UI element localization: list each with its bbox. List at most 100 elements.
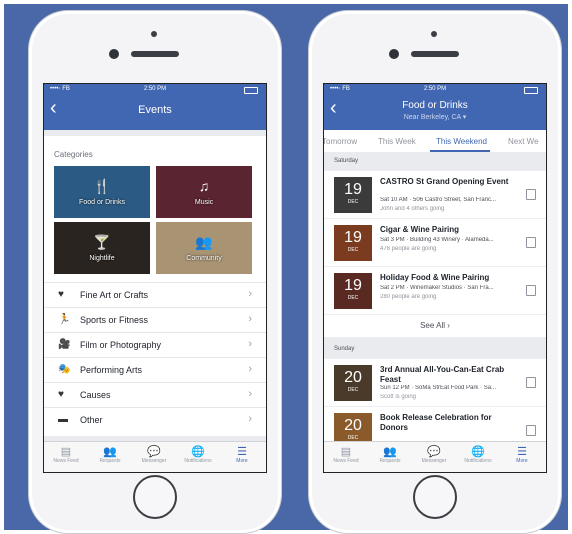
- category-tile-music[interactable]: ♫ Music: [156, 166, 252, 218]
- music-note-icon: ♫: [198, 178, 210, 194]
- laptop-icon: ▬: [58, 414, 68, 425]
- event-detail: Sat 3 PM · Building 43 Winery · Alameda.…: [380, 237, 494, 243]
- phone-sensor: [151, 31, 157, 37]
- tab-tomorrow[interactable]: Tomorrow: [324, 137, 357, 146]
- heart-icon: ♥: [58, 289, 64, 300]
- tab-requests[interactable]: 👥 Requests: [88, 445, 132, 464]
- cocktail-icon: 🍸: [93, 234, 111, 250]
- categories-card: Categories 🍴 Food or Drinks ♫ Music 🍸 Ni…: [44, 136, 266, 436]
- friends-icon: 👥: [103, 446, 117, 458]
- event-detail: Sat 10 AM · 506 Castro Street, San Franc…: [380, 197, 497, 203]
- home-button[interactable]: [133, 475, 177, 519]
- tab-more[interactable]: ☰ More: [500, 445, 544, 464]
- category-row-film[interactable]: 🎥 Film or Photography ›: [44, 332, 266, 358]
- category-row-performing-arts[interactable]: 🎭 Performing Arts ›: [44, 357, 266, 383]
- event-month: DEC: [347, 247, 359, 253]
- tab-this-week[interactable]: This Week: [378, 137, 416, 146]
- tab-messenger[interactable]: 💬 Messenger: [132, 445, 176, 464]
- event-going: 280 people are going: [380, 294, 437, 300]
- nav-bar: ••••◦ FB 2:50 PM ‹ Food or Drinks Near B…: [324, 84, 546, 130]
- status-bar: ••••◦ FB 2:50 PM: [44, 86, 266, 96]
- battery-icon: [524, 87, 538, 94]
- fork-knife-icon: 🍴: [93, 178, 111, 194]
- event-item[interactable]: 20 DEC Book Release Celebration for Donor…: [324, 406, 546, 442]
- tab-notifications[interactable]: 🌐 Notifications: [456, 445, 500, 464]
- messenger-icon: 💬: [147, 446, 161, 458]
- phone-right: ••••◦ FB 2:50 PM ‹ Food or Drinks Near B…: [308, 10, 562, 534]
- event-going: Scott is going: [380, 394, 417, 400]
- category-row-causes[interactable]: ♥ Causes ›: [44, 382, 266, 408]
- chevron-right-icon: ›: [248, 388, 252, 400]
- category-tile-food[interactable]: 🍴 Food or Drinks: [54, 166, 150, 218]
- event-item[interactable]: 19 DEC Holiday Food & Wine Pairing Sat 2 …: [324, 266, 546, 315]
- tab-label: News Feed: [53, 458, 79, 464]
- events-screen: ••••◦ FB 2:50 PM ‹ Events Categories 🍴 F…: [43, 83, 267, 473]
- event-item[interactable]: 19 DEC Cigar & Wine Pairing Sat 3 PM · Bu…: [324, 218, 546, 267]
- phone-camera: [389, 49, 399, 59]
- event-date-thumb: 20 DEC: [334, 365, 372, 401]
- chevron-right-icon: ›: [248, 288, 252, 300]
- tile-label: Community: [186, 255, 222, 262]
- page-title: Food or Drinks: [402, 100, 468, 111]
- event-month: DEC: [347, 295, 359, 301]
- tab-label: More: [516, 458, 528, 464]
- tab-label: Messenger: [421, 458, 447, 464]
- events-content: Categories 🍴 Food or Drinks ♫ Music 🍸 Ni…: [44, 130, 266, 442]
- theater-masks-icon: 🎭: [58, 364, 71, 375]
- tab-news-feed[interactable]: ▤ News Feed: [324, 445, 368, 464]
- tab-requests[interactable]: 👥 Requests: [368, 445, 412, 464]
- phone-speaker: [411, 51, 459, 57]
- tab-messenger[interactable]: 💬 Messenger: [412, 445, 456, 464]
- event-title: CASTRO St Grand Opening Event: [380, 177, 509, 186]
- tab-bar: ▤ News Feed 👥 Requests 💬 Messenger 🌐 Notific…: [44, 441, 266, 472]
- phone-left: ••••◦ FB 2:50 PM ‹ Events Categories 🍴 F…: [28, 10, 282, 534]
- row-label: Other: [80, 415, 103, 425]
- event-day: 19: [344, 181, 362, 198]
- category-row-sports[interactable]: 🏃 Sports or Fitness ›: [44, 307, 266, 333]
- week-tabs: Tomorrow This Week This Weekend Next We: [324, 130, 546, 153]
- tab-label: Notifications: [464, 458, 492, 464]
- categories-heading: Categories: [54, 150, 93, 159]
- event-day: 20: [344, 417, 362, 434]
- heart-icon: ♥: [58, 389, 64, 400]
- status-time: 2:50 PM: [423, 86, 447, 92]
- calendar-add-icon[interactable]: [526, 377, 536, 388]
- category-row-other[interactable]: ▬ Other ›: [44, 407, 266, 433]
- home-button[interactable]: [413, 475, 457, 519]
- event-date-thumb: 19 DEC: [334, 177, 372, 213]
- category-tile-nightlife[interactable]: 🍸 Nightlife: [54, 222, 150, 274]
- day-header-sunday: Sunday: [334, 346, 355, 352]
- chevron-right-icon: ›: [248, 313, 252, 325]
- runner-icon: 🏃: [58, 314, 71, 325]
- location-selector[interactable]: Near Berkeley, CA ▾: [324, 113, 546, 121]
- nav-bar: ••••◦ FB 2:50 PM ‹ Events: [44, 84, 266, 130]
- calendar-add-icon[interactable]: [526, 425, 536, 436]
- event-detail: Sat 2 PM · Winemaker Studios · San Fra..…: [380, 285, 494, 291]
- event-day: 19: [344, 277, 362, 294]
- calendar-add-icon[interactable]: [526, 189, 536, 200]
- category-tile-community[interactable]: 👥 Community: [156, 222, 252, 274]
- category-row-fine-art[interactable]: ♥ Fine Art or Crafts ›: [44, 282, 266, 308]
- battery-icon: [244, 87, 258, 94]
- event-item[interactable]: 20 DEC 3rd Annual All-You-Can-Eat Crab Fe…: [324, 358, 546, 407]
- tab-label: Requests: [379, 458, 401, 464]
- row-label: Sports or Fitness: [80, 315, 149, 325]
- tab-next-week[interactable]: Next We: [508, 137, 539, 146]
- event-list: Saturday 19 DEC CASTRO St Grand Opening E…: [324, 152, 546, 442]
- phone-speaker: [131, 51, 179, 57]
- event-day: 20: [344, 369, 362, 386]
- event-item[interactable]: 19 DEC CASTRO St Grand Opening Event Sat …: [324, 170, 546, 219]
- tab-news-feed[interactable]: ▤ News Feed: [44, 445, 88, 464]
- see-all-link[interactable]: See All ›: [324, 314, 546, 337]
- tab-label: Messenger: [141, 458, 167, 464]
- calendar-add-icon[interactable]: [526, 237, 536, 248]
- phone-sensor: [431, 31, 437, 37]
- event-going: John and 4 others going: [380, 206, 445, 212]
- calendar-add-icon[interactable]: [526, 285, 536, 296]
- tab-notifications[interactable]: 🌐 Notifications: [176, 445, 220, 464]
- people-icon: 👥: [195, 234, 213, 250]
- tab-more[interactable]: ☰ More: [220, 445, 264, 464]
- tab-this-weekend[interactable]: This Weekend: [436, 137, 487, 146]
- row-label: Causes: [80, 390, 111, 400]
- event-date-thumb: 19 DEC: [334, 273, 372, 309]
